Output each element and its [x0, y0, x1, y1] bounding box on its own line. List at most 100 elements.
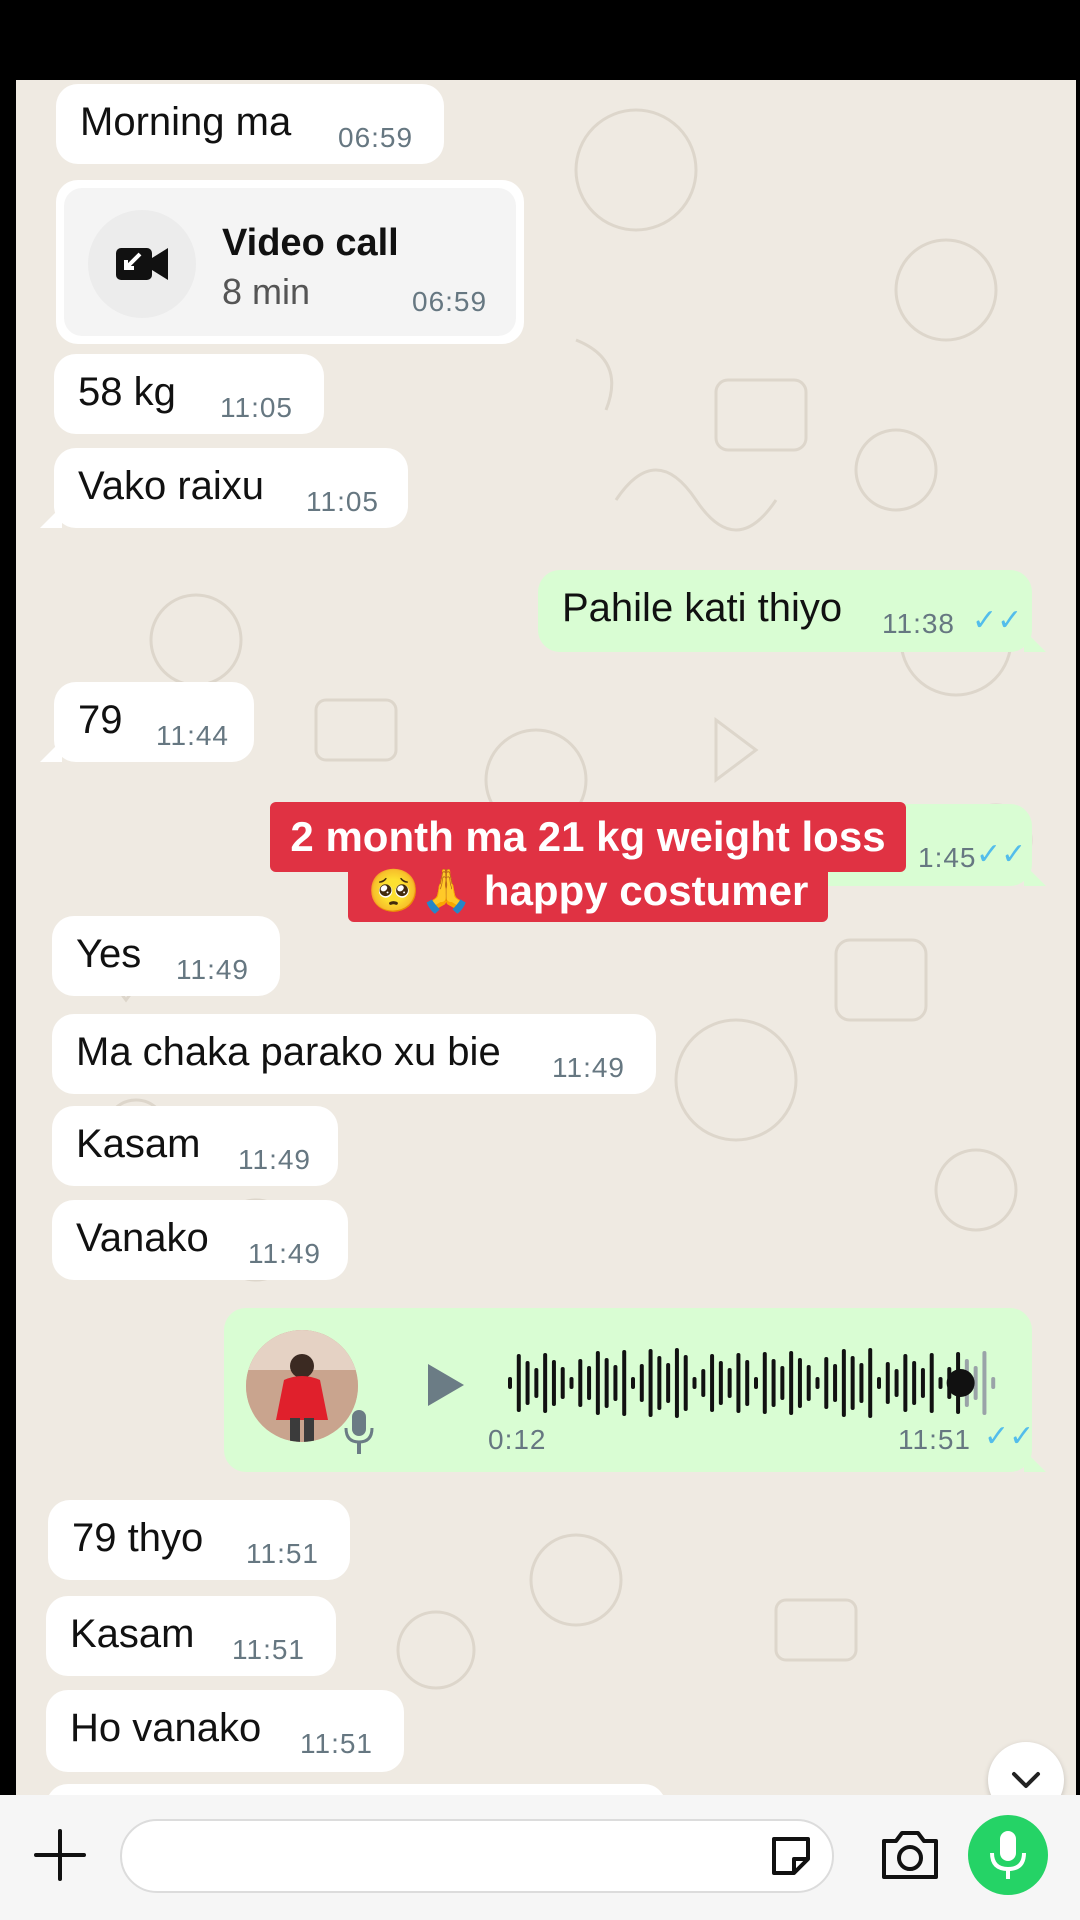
waveform-bar [569, 1377, 574, 1389]
call-title: Video call [222, 222, 399, 264]
message-outgoing[interactable]: Pahile kati thiyo 11:38 ✓✓ [538, 570, 1046, 652]
waveform-bar [631, 1377, 635, 1389]
waveform-bar [727, 1368, 732, 1398]
message-composer [0, 1795, 1080, 1920]
camera-icon[interactable] [878, 1827, 942, 1883]
waveform-bar [622, 1350, 627, 1416]
waveform-bar [982, 1351, 987, 1415]
voice-message[interactable]: 0:12 11:51 ✓✓ [224, 1308, 1046, 1472]
message-time: 11:51 [300, 1728, 373, 1759]
waveform-bar [578, 1359, 583, 1407]
waveform-bar [850, 1356, 855, 1410]
waveform-bar [806, 1365, 811, 1401]
waveform-bar [920, 1368, 925, 1398]
waveform-bar [894, 1369, 899, 1397]
message-time: 11:51 [232, 1634, 305, 1665]
waveform-bar [604, 1358, 609, 1408]
waveform-bar [929, 1353, 934, 1413]
waveform-bar [833, 1364, 838, 1402]
waveform-bar [683, 1355, 688, 1411]
waveform-bar [543, 1353, 548, 1413]
waveform-bar [674, 1348, 679, 1418]
audio-waveform[interactable] [504, 1348, 1004, 1418]
message-incoming[interactable]: 58 kg 11:05 [54, 354, 324, 434]
chevron-down-icon [1012, 1772, 1040, 1788]
waveform-bar [903, 1354, 908, 1412]
waveform-bar [868, 1348, 873, 1418]
message-text: Morning ma [80, 100, 292, 144]
message-incoming[interactable]: Ho vanako 11:51 [46, 1690, 404, 1772]
message-time: 11:49 [176, 954, 249, 985]
message-time: 11:49 [552, 1052, 625, 1083]
waveform-bar [991, 1377, 996, 1389]
message-text: Vako raixu [78, 464, 265, 508]
waveform-bar [815, 1377, 820, 1389]
message-text: Vanako [76, 1216, 209, 1260]
message-time: 11:51 [246, 1538, 319, 1569]
message-incoming[interactable]: Yes 11:49 [52, 916, 280, 996]
message-incoming[interactable]: 79 11:44 [40, 682, 254, 762]
playback-position-dot[interactable] [946, 1369, 975, 1397]
waveform-bar [525, 1361, 530, 1405]
bubble-tail [40, 740, 62, 762]
read-ticks-icon: ✓✓ [972, 604, 1023, 637]
mic-icon [990, 1831, 1026, 1879]
message-time: 11:44 [156, 720, 229, 751]
waveform-bar [736, 1353, 741, 1413]
message-text: Kasam [70, 1612, 195, 1656]
message-incoming[interactable]: Vanako 11:49 [52, 1200, 348, 1280]
message-text: 79 thyo [72, 1516, 204, 1560]
message-text: Kasam [76, 1122, 201, 1166]
status-bar [0, 0, 1080, 80]
video-call-icon [88, 210, 196, 318]
waveform-bar [666, 1363, 671, 1403]
waveform-bar [648, 1349, 653, 1417]
message-incoming[interactable]: Vako raixu 11:05 [40, 448, 408, 528]
call-card[interactable]: Video call 8 min 06:59 [64, 188, 516, 336]
waveform-bar [595, 1351, 600, 1415]
waveform-bar [912, 1361, 917, 1405]
waveform-bar [560, 1367, 565, 1399]
waveform-bar [824, 1357, 829, 1409]
message-incoming[interactable]: Morning ma 06:59 [56, 84, 444, 164]
video-call-message[interactable]: Video call 8 min 06:59 [56, 180, 524, 344]
waveform-bar [762, 1352, 767, 1414]
message-incoming[interactable]: Ma chaka parako xu bie 11:49 [52, 1014, 656, 1094]
message-text: Ma chaka parako xu bie [76, 1030, 501, 1074]
message-text: Ho vanako [70, 1706, 262, 1750]
message-time: 11:51 [898, 1424, 971, 1455]
waveform-bar [516, 1354, 521, 1412]
message-time: 06:59 [412, 286, 488, 317]
chat-area[interactable]: Morning ma 06:59 Video call 8 min 06:59 … [16, 80, 1076, 1795]
play-icon[interactable] [420, 1360, 470, 1410]
voice-duration: 0:12 [488, 1424, 547, 1455]
message-incoming[interactable]: Kasam 11:49 [52, 1106, 338, 1186]
waveform-bar [701, 1369, 706, 1397]
waveform-bar [780, 1366, 785, 1400]
message-incoming[interactable]: Kasam 11:51 [46, 1596, 336, 1676]
bubble-tail [40, 506, 62, 528]
waveform-bar [534, 1368, 539, 1398]
waveform-bar [551, 1360, 556, 1406]
waveform-bar [657, 1356, 662, 1410]
waveform-bar [587, 1366, 592, 1400]
scroll-to-bottom-button[interactable] [988, 1742, 1064, 1795]
message-input[interactable] [120, 1819, 834, 1893]
message-text: 58 kg [78, 370, 176, 414]
voice-record-button[interactable] [968, 1815, 1048, 1895]
message-text: 79 [78, 698, 123, 742]
message-incoming[interactable]: 79 thyo 11:51 [48, 1500, 350, 1580]
message-incoming[interactable] [46, 1784, 666, 1795]
message-time: 11:05 [220, 392, 293, 423]
waveform-bar [710, 1354, 715, 1412]
message-text: Pahile kati thiyo [562, 586, 843, 630]
waveform-bar [639, 1364, 644, 1402]
waveform-bar [692, 1377, 697, 1389]
bubble-tail [1024, 1450, 1046, 1472]
waveform-bar [508, 1377, 512, 1389]
plus-icon[interactable] [30, 1825, 90, 1885]
message-time: 06:59 [338, 122, 414, 153]
message-time: 11:49 [238, 1144, 311, 1175]
waveform-bar [841, 1349, 846, 1417]
sticker-icon[interactable] [766, 1831, 816, 1881]
